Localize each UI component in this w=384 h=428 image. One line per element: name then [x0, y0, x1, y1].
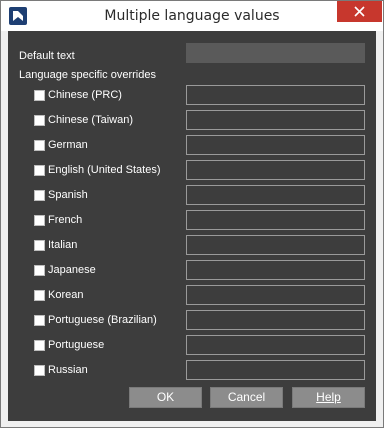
- close-button[interactable]: [337, 1, 382, 22]
- overrides-heading: Language specific overrides: [19, 69, 156, 81]
- language-checkbox[interactable]: [34, 140, 45, 151]
- language-label: Portuguese: [48, 339, 105, 351]
- language-value-field[interactable]: [186, 85, 365, 105]
- language-label: French: [48, 214, 83, 226]
- language-checkbox[interactable]: [34, 115, 45, 126]
- dialog-window: Multiple language values Default text La…: [0, 0, 384, 428]
- default-text-field: [186, 43, 365, 63]
- ok-button[interactable]: OK: [129, 387, 202, 408]
- language-value-field[interactable]: [186, 210, 365, 230]
- language-label: German: [48, 139, 88, 151]
- language-value-field[interactable]: [186, 310, 365, 330]
- cancel-button[interactable]: Cancel: [210, 387, 283, 408]
- language-value-field[interactable]: [186, 135, 365, 155]
- language-label: English (United States): [48, 164, 161, 176]
- language-value-field[interactable]: [186, 235, 365, 255]
- language-label: Chinese (PRC): [48, 89, 122, 101]
- title-bar[interactable]: Multiple language values: [1, 1, 383, 31]
- language-checkbox[interactable]: [34, 290, 45, 301]
- language-label: Chinese (Taiwan): [48, 114, 133, 126]
- language-value-field[interactable]: [186, 110, 365, 130]
- language-label: Korean: [48, 289, 84, 301]
- language-value-field[interactable]: [186, 360, 365, 380]
- language-label: Russian: [48, 364, 88, 376]
- window-title: Multiple language values: [104, 8, 280, 24]
- close-icon: [354, 6, 365, 17]
- language-label: Spanish: [48, 189, 88, 201]
- language-value-field[interactable]: [186, 285, 365, 305]
- language-checkbox[interactable]: [34, 190, 45, 201]
- language-checkbox[interactable]: [34, 315, 45, 326]
- help-button[interactable]: Help: [292, 387, 365, 408]
- language-checkbox[interactable]: [34, 90, 45, 101]
- language-checkbox[interactable]: [34, 165, 45, 176]
- language-checkbox[interactable]: [34, 265, 45, 276]
- language-checkbox[interactable]: [34, 240, 45, 251]
- language-checkbox[interactable]: [34, 365, 45, 376]
- language-value-field[interactable]: [186, 185, 365, 205]
- dialog-body: Default text Language specific overrides…: [8, 31, 376, 421]
- language-value-field[interactable]: [186, 260, 365, 280]
- language-checkbox[interactable]: [34, 215, 45, 226]
- language-label: Japanese: [48, 264, 96, 276]
- language-label: Portuguese (Brazilian): [48, 314, 157, 326]
- language-checkbox[interactable]: [34, 340, 45, 351]
- language-label: Italian: [48, 239, 78, 251]
- language-value-field[interactable]: [186, 335, 365, 355]
- default-text-label: Default text: [19, 50, 75, 62]
- language-value-field[interactable]: [186, 160, 365, 180]
